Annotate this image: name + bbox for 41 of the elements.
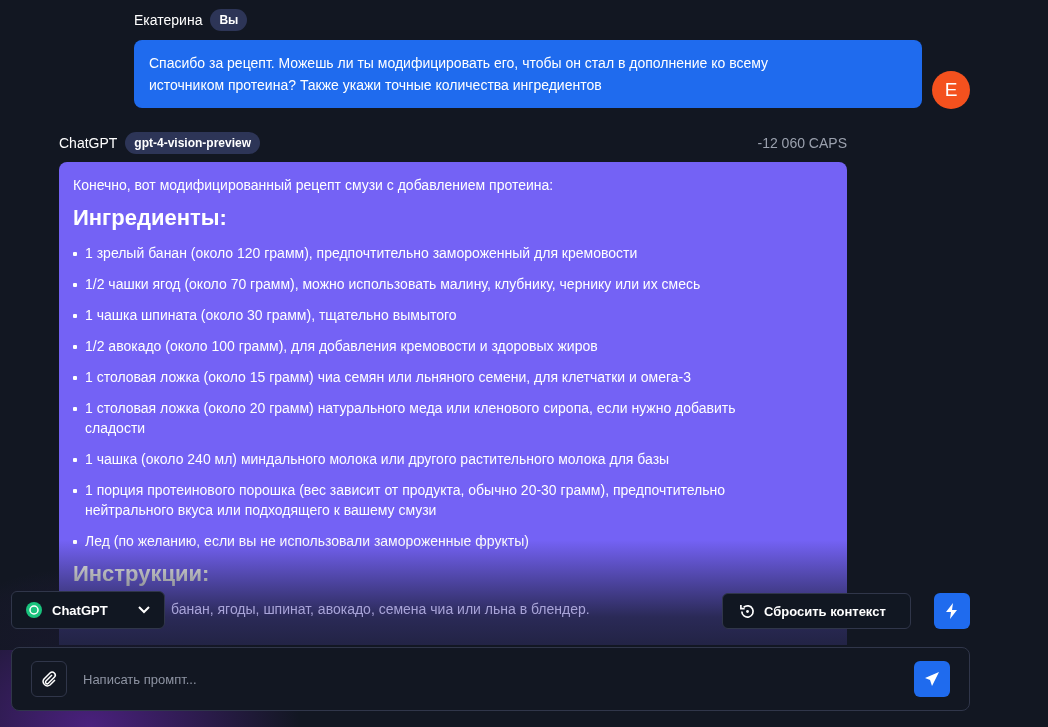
- bullet-icon: [73, 489, 77, 493]
- list-item: 1/2 чашки ягод (около 70 грамм), можно использовать малину, клубнику, чернику или их смесь: [85, 275, 701, 294]
- author-name: Екатерина: [134, 12, 203, 28]
- author-name: ChatGPT: [59, 135, 118, 151]
- reset-icon: [739, 602, 756, 620]
- model-icon: [26, 602, 42, 618]
- list-item: 1 чашка шпината (около 30 грамм), тщательно вымытого: [85, 306, 457, 325]
- bullet-icon: [73, 376, 77, 380]
- bullet-icon: [73, 345, 77, 349]
- chevron-down-icon: [138, 606, 150, 614]
- model-badge: gpt-4-vision-preview: [125, 132, 261, 154]
- cost-label: -12 060 CAPS: [757, 135, 847, 151]
- list-item: банан, ягоды, шпинат, авокадо, семена чиа или льна в блендер.: [171, 600, 590, 619]
- bullet-icon: [73, 407, 77, 411]
- user-avatar: E: [932, 71, 970, 109]
- model-dropdown[interactable]: ChatGPT: [11, 591, 165, 629]
- list-item: 1 столовая ложка (около 20 грамм) натурального меда или кленового сиропа, если нужно добавить сладости: [85, 399, 737, 438]
- list-item: 1/2 авокадо (около 100 грамм), для добавления кремовости и здоровых жиров: [85, 337, 598, 356]
- bullet-icon: [73, 283, 77, 287]
- bullet-icon: [73, 458, 77, 462]
- message-text: Конечно, вот модифицированный рецепт смузи с добавлением протеина:: [73, 176, 555, 195]
- bullet-icon: [73, 252, 77, 256]
- send-icon: [924, 671, 940, 687]
- section-heading: Ингредиенты:: [73, 205, 228, 231]
- list-item: 1 зрелый банан (около 120 грамм), предпочтительно замороженный для кремовости: [85, 244, 638, 263]
- list-item: 1 столовая ложка (около 15 грамм) чиа семян или льняного семени, для клетчатки и омега-3: [85, 368, 691, 387]
- send-button[interactable]: [914, 661, 950, 697]
- list-item: 1 порция протеинового порошка (вес зависит от продукта, обычно 20-30 грамм), предпочтительно нейтрального вкуса или подходящего к вашему смузи: [85, 481, 727, 520]
- attach-button[interactable]: [31, 661, 67, 697]
- reset-context-button[interactable]: Сбросить контекст: [722, 593, 911, 629]
- author-badge: Вы: [210, 9, 248, 31]
- paperclip-icon: [41, 671, 57, 687]
- user-message: Спасибо за рецепт. Можешь ли ты модифицировать его, чтобы он стал в дополнение ко всему источником протеина? Также укажи точные количества ингредиентов: [134, 40, 922, 108]
- list-item: Лед (по желанию, если вы не использовали замороженные фрукты): [85, 532, 529, 551]
- lightning-icon: [946, 603, 958, 619]
- bullet-icon: [73, 540, 77, 544]
- prompt-field[interactable]: Написать промпт...: [81, 670, 900, 688]
- boost-button[interactable]: [934, 593, 970, 629]
- section-heading: Инструкции:: [73, 561, 211, 587]
- list-item: 1 чашка (около 240 мл) миндального молока или другого растительного молока для базы: [85, 450, 670, 469]
- bullet-icon: [73, 314, 77, 318]
